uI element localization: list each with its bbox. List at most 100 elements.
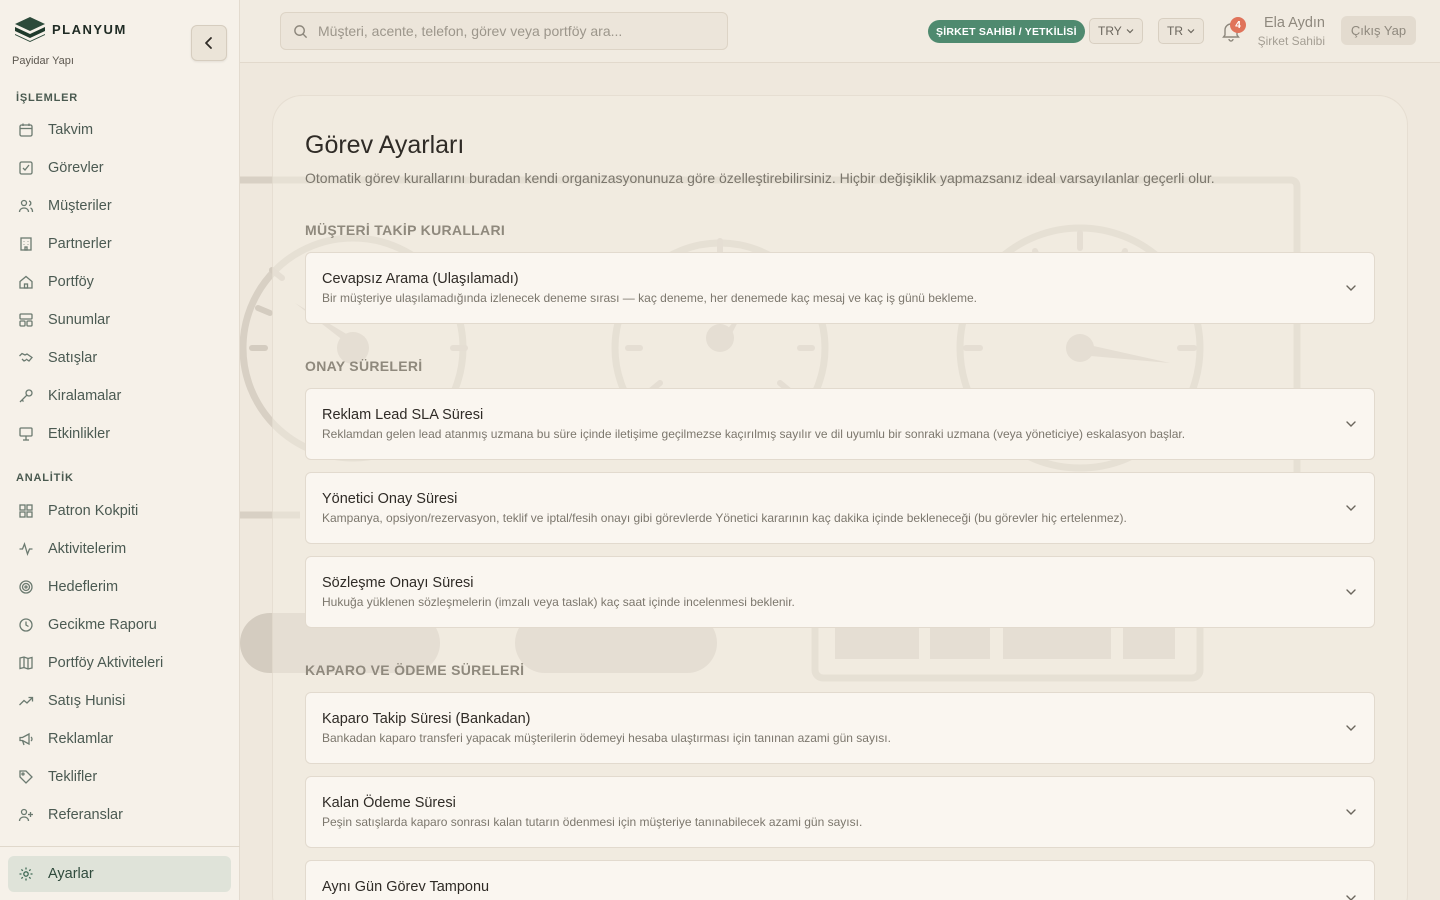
sidebar-item-etkinlikler[interactable]: Etkinlikler [8,417,231,451]
sidebar-item-hedeflerim[interactable]: Hedeflerim [8,570,231,604]
user-role: Şirket Sahibi [1257,34,1325,48]
sidebar-divider [0,846,240,847]
presentation-icon [16,424,36,444]
sidebar-item-label: Aktivitelerim [48,541,127,557]
chevron-down-icon[interactable] [1344,891,1358,900]
home-icon [16,272,36,292]
sidebar-item-label: Hedeflerim [48,579,119,595]
target-icon [16,577,36,597]
sidebar-item-label: Satışlar [48,350,98,366]
sidebar-item-label: Teklifler [48,769,98,785]
user-name[interactable]: Ela Aydın [1264,15,1325,31]
setting-card-description: Peşin satışlarda kaparo sonrası kalan tu… [322,815,863,829]
chevron-down-icon [1126,29,1134,34]
map-icon [16,653,36,673]
sidebar-item-label: Reklamlar [48,731,114,747]
activity-icon [16,539,36,559]
page-title: Görev Ayarları [305,131,465,159]
sidebar-item-label: Sunumlar [48,312,111,328]
setting-card-yonetici-onay[interactable]: Yönetici Onay Süresi Kampanya, opsiyon/r… [305,472,1375,544]
sidebar-item-referanslar[interactable]: Referanslar [8,798,231,832]
collapse-sidebar-button[interactable] [191,25,227,61]
sidebar-item-musteriler[interactable]: Müşteriler [8,189,231,223]
sidebar-item-label: Müşteriler [48,198,112,214]
sidebar-item-label: Referanslar [48,807,123,823]
setting-card-title: Reklam Lead SLA Süresi [322,407,484,423]
notification-count-badge: 4 [1230,17,1246,33]
group-title-onay-sureleri: ONAY SÜRELERİ [305,358,423,374]
chevron-down-icon[interactable] [1344,281,1358,295]
sidebar-item-aktivitelerim[interactable]: Aktivitelerim [8,532,231,566]
checklist-icon [16,158,36,178]
language-select[interactable]: TR [1158,18,1204,44]
group-title-kaparo-odeme: KAPARO VE ÖDEME SÜRELERİ [305,662,525,678]
chevron-down-icon[interactable] [1344,805,1358,819]
setting-card-kalan-odeme[interactable]: Kalan Ödeme Süresi Peşin satışlarda kapa… [305,776,1375,848]
sidebar-item-takvim[interactable]: Takvim [8,113,231,147]
sidebar-item-label: Kiralamalar [48,388,122,404]
currency-select[interactable]: TRY [1089,18,1143,44]
sidebar-item-gecikme-raporu[interactable]: Gecikme Raporu [8,608,231,642]
sidebar-item-label: Satış Hunisi [48,693,126,709]
setting-card-description: Bankadan kaparo transferi yapacak müşter… [322,731,891,745]
trending-up-icon [16,691,36,711]
sidebar-item-patron-kokpiti[interactable]: Patron Kokpiti [8,494,231,528]
sidebar-item-sunumlar[interactable]: Sunumlar [8,303,231,337]
setting-card-cevapsiz-arama[interactable]: Cevapsız Arama (Ulaşılamadı) Bir müşteri… [305,252,1375,324]
currency-value: TRY [1098,24,1122,38]
sidebar-item-label: Portföy Aktiviteleri [48,655,164,671]
language-value: TR [1167,24,1183,38]
chevron-down-icon[interactable] [1344,585,1358,599]
search-icon [294,24,308,38]
handshake-icon [16,348,36,368]
brand-name: PLANYUM [52,21,127,37]
sidebar-item-label: Takvim [48,122,94,138]
sidebar-item-portfoy[interactable]: Portföy [8,265,231,299]
sidebar-item-gorevler[interactable]: Görevler [8,151,231,185]
building-icon [16,234,36,254]
setting-card-description: Kampanya, opsiyon/rezervasyon, teklif ve… [322,511,1127,525]
section-label-analitik: ANALİTİK [16,472,74,484]
sidebar-item-portfoy-aktiviteleri[interactable]: Portföy Aktiviteleri [8,646,231,680]
setting-card-ayni-gun-tampon[interactable]: Aynı Gün Görev Tamponu [305,860,1375,900]
search-input[interactable] [318,23,708,39]
gear-icon [16,864,36,884]
role-badge: ŞİRKET SAHİBİ / YETKİLİSİ [928,20,1085,43]
setting-card-kaparo-takip[interactable]: Kaparo Takip Süresi (Bankadan) Bankadan … [305,692,1375,764]
setting-card-reklam-lead-sla[interactable]: Reklam Lead SLA Süresi Reklamdan gelen l… [305,388,1375,460]
setting-card-description: Hukuğa yüklenen sözleşmelerin (imzalı ve… [322,595,795,609]
megaphone-icon [16,729,36,749]
logout-button[interactable]: Çıkış Yap [1341,16,1416,45]
sidebar-item-satislar[interactable]: Satışlar [8,341,231,375]
top-header: ŞİRKET SAHİBİ / YETKİLİSİ TRY TR 4 Ela A… [240,0,1440,63]
search-bar[interactable] [280,12,728,50]
clock-icon [16,615,36,635]
chevron-left-icon [205,37,212,49]
setting-card-sozlesme-onayi[interactable]: Sözleşme Onayı Süresi Hukuğa yüklenen sö… [305,556,1375,628]
tag-icon [16,767,36,787]
sidebar-item-label: Portföy [48,274,94,290]
sidebar-item-label: Etkinlikler [48,426,111,442]
section-label-islemler: İŞLEMLER [16,92,79,104]
sidebar-item-ayarlar[interactable]: Ayarlar [8,856,231,892]
chevron-down-icon[interactable] [1344,501,1358,515]
company-name: Payidar Yapı [12,55,74,67]
chevron-down-icon[interactable] [1344,417,1358,431]
planyum-logo-icon [15,17,45,42]
sidebar-item-kiralamalar[interactable]: Kiralamalar [8,379,231,413]
group-title-musteri-takip: MÜŞTERİ TAKİP KURALLARI [305,222,506,238]
sidebar-item-teklifler[interactable]: Teklifler [8,760,231,794]
sidebar-item-partnerler[interactable]: Partnerler [8,227,231,261]
sidebar-item-reklamlar[interactable]: Reklamlar [8,722,231,756]
page-description: Otomatik görev kurallarını buradan kendi… [305,170,1215,186]
sidebar-item-satis-hunisi[interactable]: Satış Hunisi [8,684,231,718]
chevron-down-icon[interactable] [1344,721,1358,735]
brand[interactable]: PLANYUM [14,16,127,42]
chevron-down-icon [1187,29,1195,34]
setting-card-description: Bir müşteriye ulaşılamadığında izlenecek… [322,291,977,305]
calendar-icon [16,120,36,140]
sidebar-item-label: Patron Kokpiti [48,503,139,519]
setting-card-title: Kaparo Takip Süresi (Bankadan) [322,711,531,727]
user-plus-icon [16,805,36,825]
sidebar-item-label: Gecikme Raporu [48,617,157,633]
